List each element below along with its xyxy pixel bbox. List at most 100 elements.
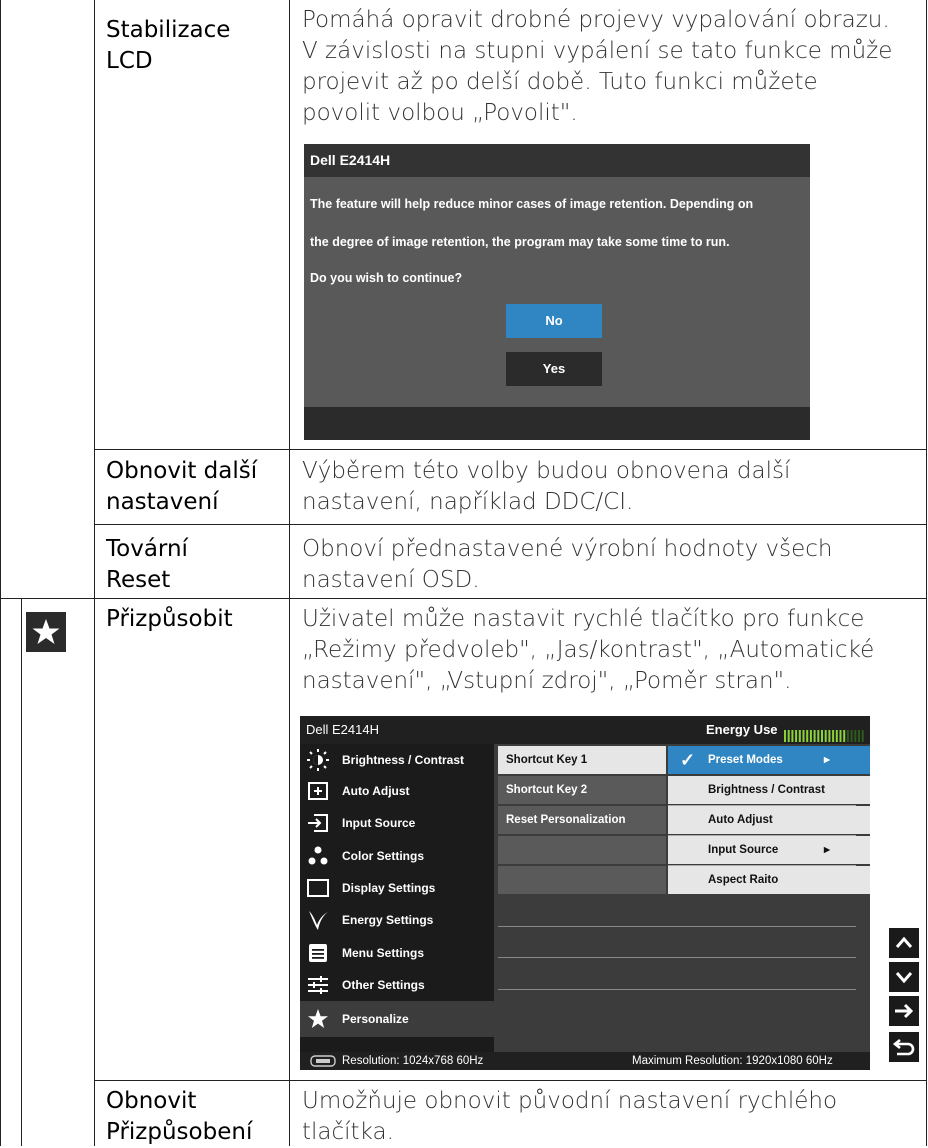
panel-separator — [498, 957, 856, 958]
energy-bar — [787, 730, 790, 742]
energy-bar — [835, 730, 838, 742]
energy-bar — [809, 730, 812, 742]
table-inner-divider — [21, 599, 22, 1146]
option-preset-modes[interactable]: ✓ Preset Modes ▸ — [668, 746, 870, 774]
row-divider — [94, 524, 927, 525]
lcd-stabilization-dialog: Dell E2414H The feature will help reduce… — [304, 144, 810, 440]
submenu-arrow-icon: ▸ — [824, 754, 830, 766]
energy-meter — [784, 724, 866, 742]
right-arrow-icon[interactable] — [889, 996, 919, 1026]
option-input-source[interactable]: Input Source ▸ — [668, 836, 870, 864]
no-button[interactable]: No — [506, 304, 602, 338]
osd-personalize-menu: Dell E2414H Energy Use Brightness / Cont… — [300, 716, 870, 1070]
osd-footer: Resolution: 1024x768 60Hz Maximum Resolu… — [300, 1052, 870, 1070]
energy-bar — [858, 730, 860, 742]
row-desc-reset-personalization: Umožňuje obnovit původní nastavení rychl… — [302, 1088, 838, 1145]
shortcut-key-2-item[interactable]: Shortcut Key 2 — [498, 776, 666, 804]
row-divider — [0, 598, 927, 599]
row-label-reset-other: Obnovit další nastavení — [106, 458, 258, 515]
input-source-icon — [306, 811, 330, 835]
menu-item-auto-adjust[interactable]: Auto Adjust — [300, 775, 494, 807]
table-col-divider-1 — [94, 0, 95, 1146]
row-label-reset-personalization: Obnovit Přizpůsobení — [106, 1088, 253, 1145]
reset-personalization-item[interactable]: Reset Personalization — [498, 806, 666, 834]
max-resolution-text: Maximum Resolution: 1920x1080 60Hz — [632, 1055, 833, 1067]
dialog-text-line: the degree of image retention, the progr… — [310, 235, 730, 249]
submenu-arrow-icon: ▸ — [824, 844, 830, 856]
energy-bar — [854, 730, 857, 742]
energy-bar — [798, 730, 801, 742]
energy-bar — [813, 730, 816, 742]
option-aspect-ratio[interactable]: Aspect Raito — [668, 866, 870, 894]
table-border-right — [926, 0, 927, 1146]
energy-bar — [806, 730, 809, 742]
up-icon[interactable] — [889, 928, 919, 958]
table-border-left — [0, 0, 1, 1146]
energy-bar — [784, 730, 786, 742]
menu-item-input-source[interactable]: Input Source — [300, 807, 494, 839]
option-separator — [668, 805, 856, 806]
empty-submenu-slot — [498, 866, 666, 894]
menu-item-brightness-contrast[interactable]: Brightness / Contrast — [300, 744, 494, 776]
option-separator — [668, 835, 856, 836]
energy-bar — [824, 730, 827, 742]
energy-bar — [828, 730, 831, 742]
panel-separator — [498, 989, 856, 990]
energy-bar — [843, 730, 846, 742]
option-separator — [668, 865, 856, 866]
energy-use-label: Energy Use — [706, 722, 778, 737]
option-brightness-contrast[interactable]: Brightness / Contrast — [668, 776, 870, 804]
display-settings-icon — [306, 876, 330, 900]
resolution-text: Resolution: 1024x768 60Hz — [342, 1055, 484, 1067]
energy-bar — [839, 730, 842, 742]
energy-bar — [861, 730, 864, 742]
connector-icon — [310, 1055, 336, 1067]
option-auto-adjust[interactable]: Auto Adjust — [668, 806, 870, 834]
panel-separator — [498, 926, 856, 927]
dialog-title: Dell E2414H — [304, 144, 810, 177]
energy-bar — [850, 730, 853, 742]
energy-bar — [846, 730, 849, 742]
other-settings-icon — [306, 973, 330, 997]
row-label-factory-reset: Tovární Reset — [106, 536, 188, 593]
star-icon — [306, 1007, 330, 1031]
energy-settings-icon — [306, 908, 330, 932]
back-icon[interactable] — [889, 1032, 919, 1062]
energy-bar — [821, 730, 823, 742]
shortcut-key-1-item[interactable]: Shortcut Key 1 — [498, 746, 666, 774]
dialog-text-line: Do you wish to continue? — [310, 271, 463, 285]
table-col-divider-2 — [289, 0, 290, 1146]
menu-item-energy-settings[interactable]: Energy Settings — [300, 904, 494, 936]
row-desc-lcd-stabilization: Pomáhá opravit drobné projevy vypalování… — [302, 7, 893, 126]
checkmark-icon: ✓ — [680, 750, 696, 770]
row-label-personalize: Přizpůsobit — [106, 606, 233, 632]
row-desc-factory-reset: Obnoví přednastavené výrobní hodnoty vše… — [302, 536, 833, 593]
color-settings-icon — [306, 844, 330, 868]
row-divider — [94, 1080, 927, 1081]
row-desc-reset-other: Výběrem této volby budou obnovena další n… — [302, 458, 791, 515]
menu-settings-icon — [306, 941, 330, 965]
osd-header: Dell E2414H Energy Use — [300, 716, 870, 744]
menu-item-color-settings[interactable]: Color Settings — [300, 840, 494, 872]
energy-bar — [832, 730, 835, 742]
menu-item-menu-settings[interactable]: Menu Settings — [300, 937, 494, 969]
menu-item-other-settings[interactable]: Other Settings — [300, 969, 494, 1001]
yes-button[interactable]: Yes — [506, 352, 602, 386]
auto-adjust-icon — [306, 779, 330, 803]
row-divider — [94, 449, 927, 450]
menu-item-personalize[interactable]: Personalize — [300, 1001, 494, 1037]
row-label-lcd-stabilization: Stabilizace LCD — [106, 17, 231, 74]
energy-bar — [791, 730, 794, 742]
energy-bar — [817, 730, 820, 742]
osd-main-menu: Brightness / Contrast Auto Adjust Input … — [300, 744, 494, 1052]
row-desc-personalize: Uživatel může nastavit rychlé tlačítko p… — [302, 606, 875, 694]
energy-bar — [802, 730, 805, 742]
down-icon[interactable] — [889, 962, 919, 992]
energy-bar — [795, 730, 798, 742]
osd-title: Dell E2414H — [306, 722, 379, 737]
menu-item-display-settings[interactable]: Display Settings — [300, 872, 494, 904]
empty-submenu-slot — [498, 836, 666, 864]
brightness-icon — [306, 748, 330, 772]
dialog-footer — [304, 407, 810, 440]
personalize-star-icon — [26, 612, 66, 652]
